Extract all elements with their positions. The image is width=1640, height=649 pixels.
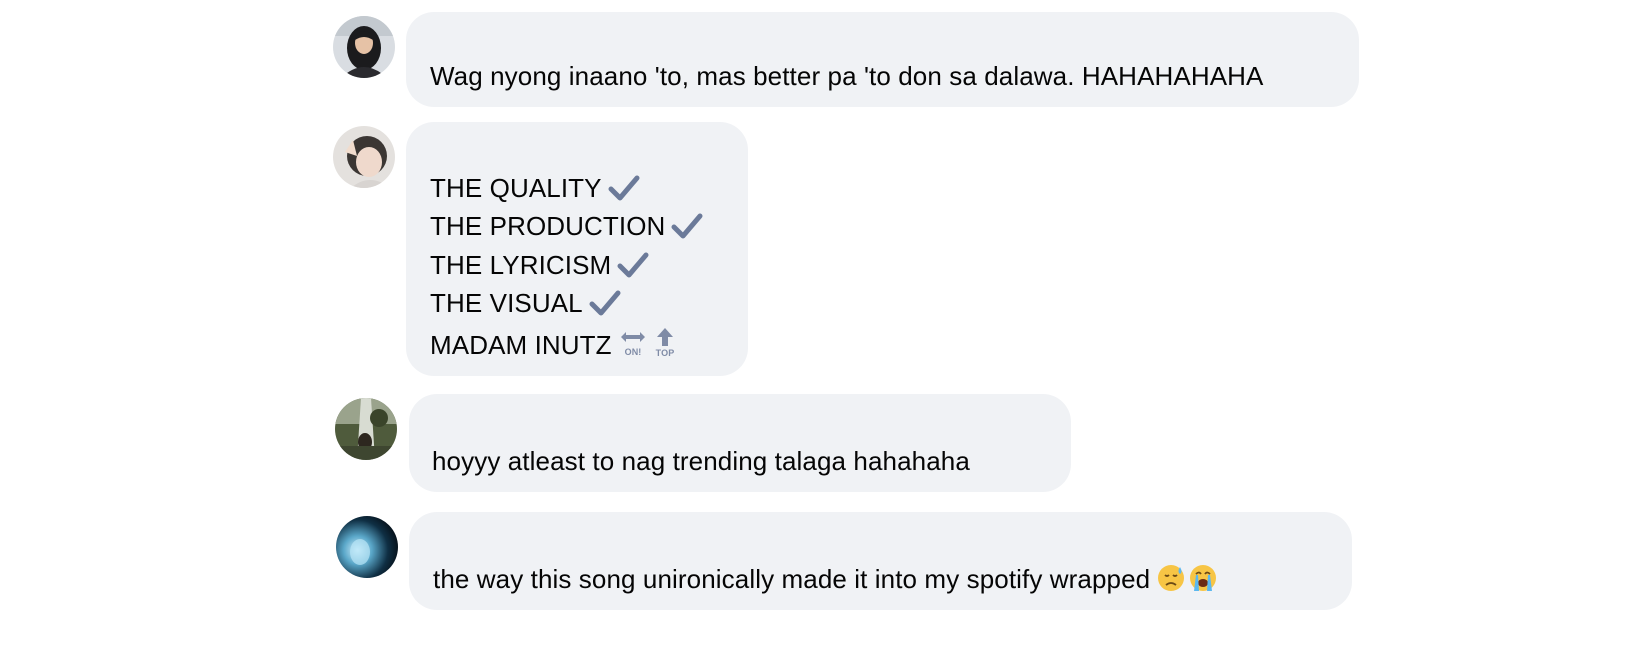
comment-bubble: hoyyy atleast to nag trending talaga hah… (409, 394, 1071, 492)
check-mark-icon (671, 212, 703, 240)
comment-line: THE QUALITY (430, 173, 640, 203)
user-avatar-icon (336, 516, 398, 578)
line-text: THE PRODUCTION (430, 211, 666, 241)
top-arrow-label: TOP (655, 348, 674, 358)
avatar[interactable] (333, 126, 395, 188)
check-mark-icon (608, 174, 640, 202)
comment-line: THE PRODUCTION (430, 211, 703, 241)
user-avatar-icon (335, 398, 397, 460)
comment-line: MADAM INUTZ ON! TOP (430, 327, 678, 360)
top-arrow-icon: TOP (652, 327, 678, 359)
loudly-crying-face-emoji (1188, 563, 1218, 593)
comment-line: THE VISUAL (430, 288, 621, 318)
avatar[interactable] (336, 516, 398, 578)
comment-line: THE LYRICISM (430, 250, 649, 280)
comment-bubble: Wag nyong inaano 'to, mas better pa 'to … (406, 12, 1359, 107)
on-arrow-label: ON! (624, 347, 641, 357)
comment-text: the way this song unironically made it i… (433, 564, 1151, 594)
on-arrow-icon: ON! (618, 327, 648, 359)
line-text: THE QUALITY (430, 173, 602, 203)
avatar[interactable] (335, 398, 397, 460)
check-mark-icon (589, 289, 621, 317)
check-mark-icon (617, 251, 649, 279)
line-text: THE LYRICISM (430, 250, 612, 280)
line-text: THE VISUAL (430, 288, 583, 318)
comment-text: hoyyy atleast to nag trending talaga hah… (432, 446, 970, 476)
avatar[interactable] (333, 16, 395, 78)
comment-bubble: THE QUALITY THE PRODUCTION THE LYRICISM … (406, 122, 748, 376)
comment-text: Wag nyong inaano 'to, mas better pa 'to … (430, 61, 1264, 91)
line-text: MADAM INUTZ (430, 330, 612, 360)
comment-bubble: the way this song unironically made it i… (409, 512, 1352, 610)
user-avatar-icon (333, 16, 395, 78)
downcast-sweat-face-emoji (1156, 563, 1186, 593)
comment-line: the way this song unironically made it i… (433, 563, 1218, 594)
user-avatar-icon (333, 126, 395, 188)
